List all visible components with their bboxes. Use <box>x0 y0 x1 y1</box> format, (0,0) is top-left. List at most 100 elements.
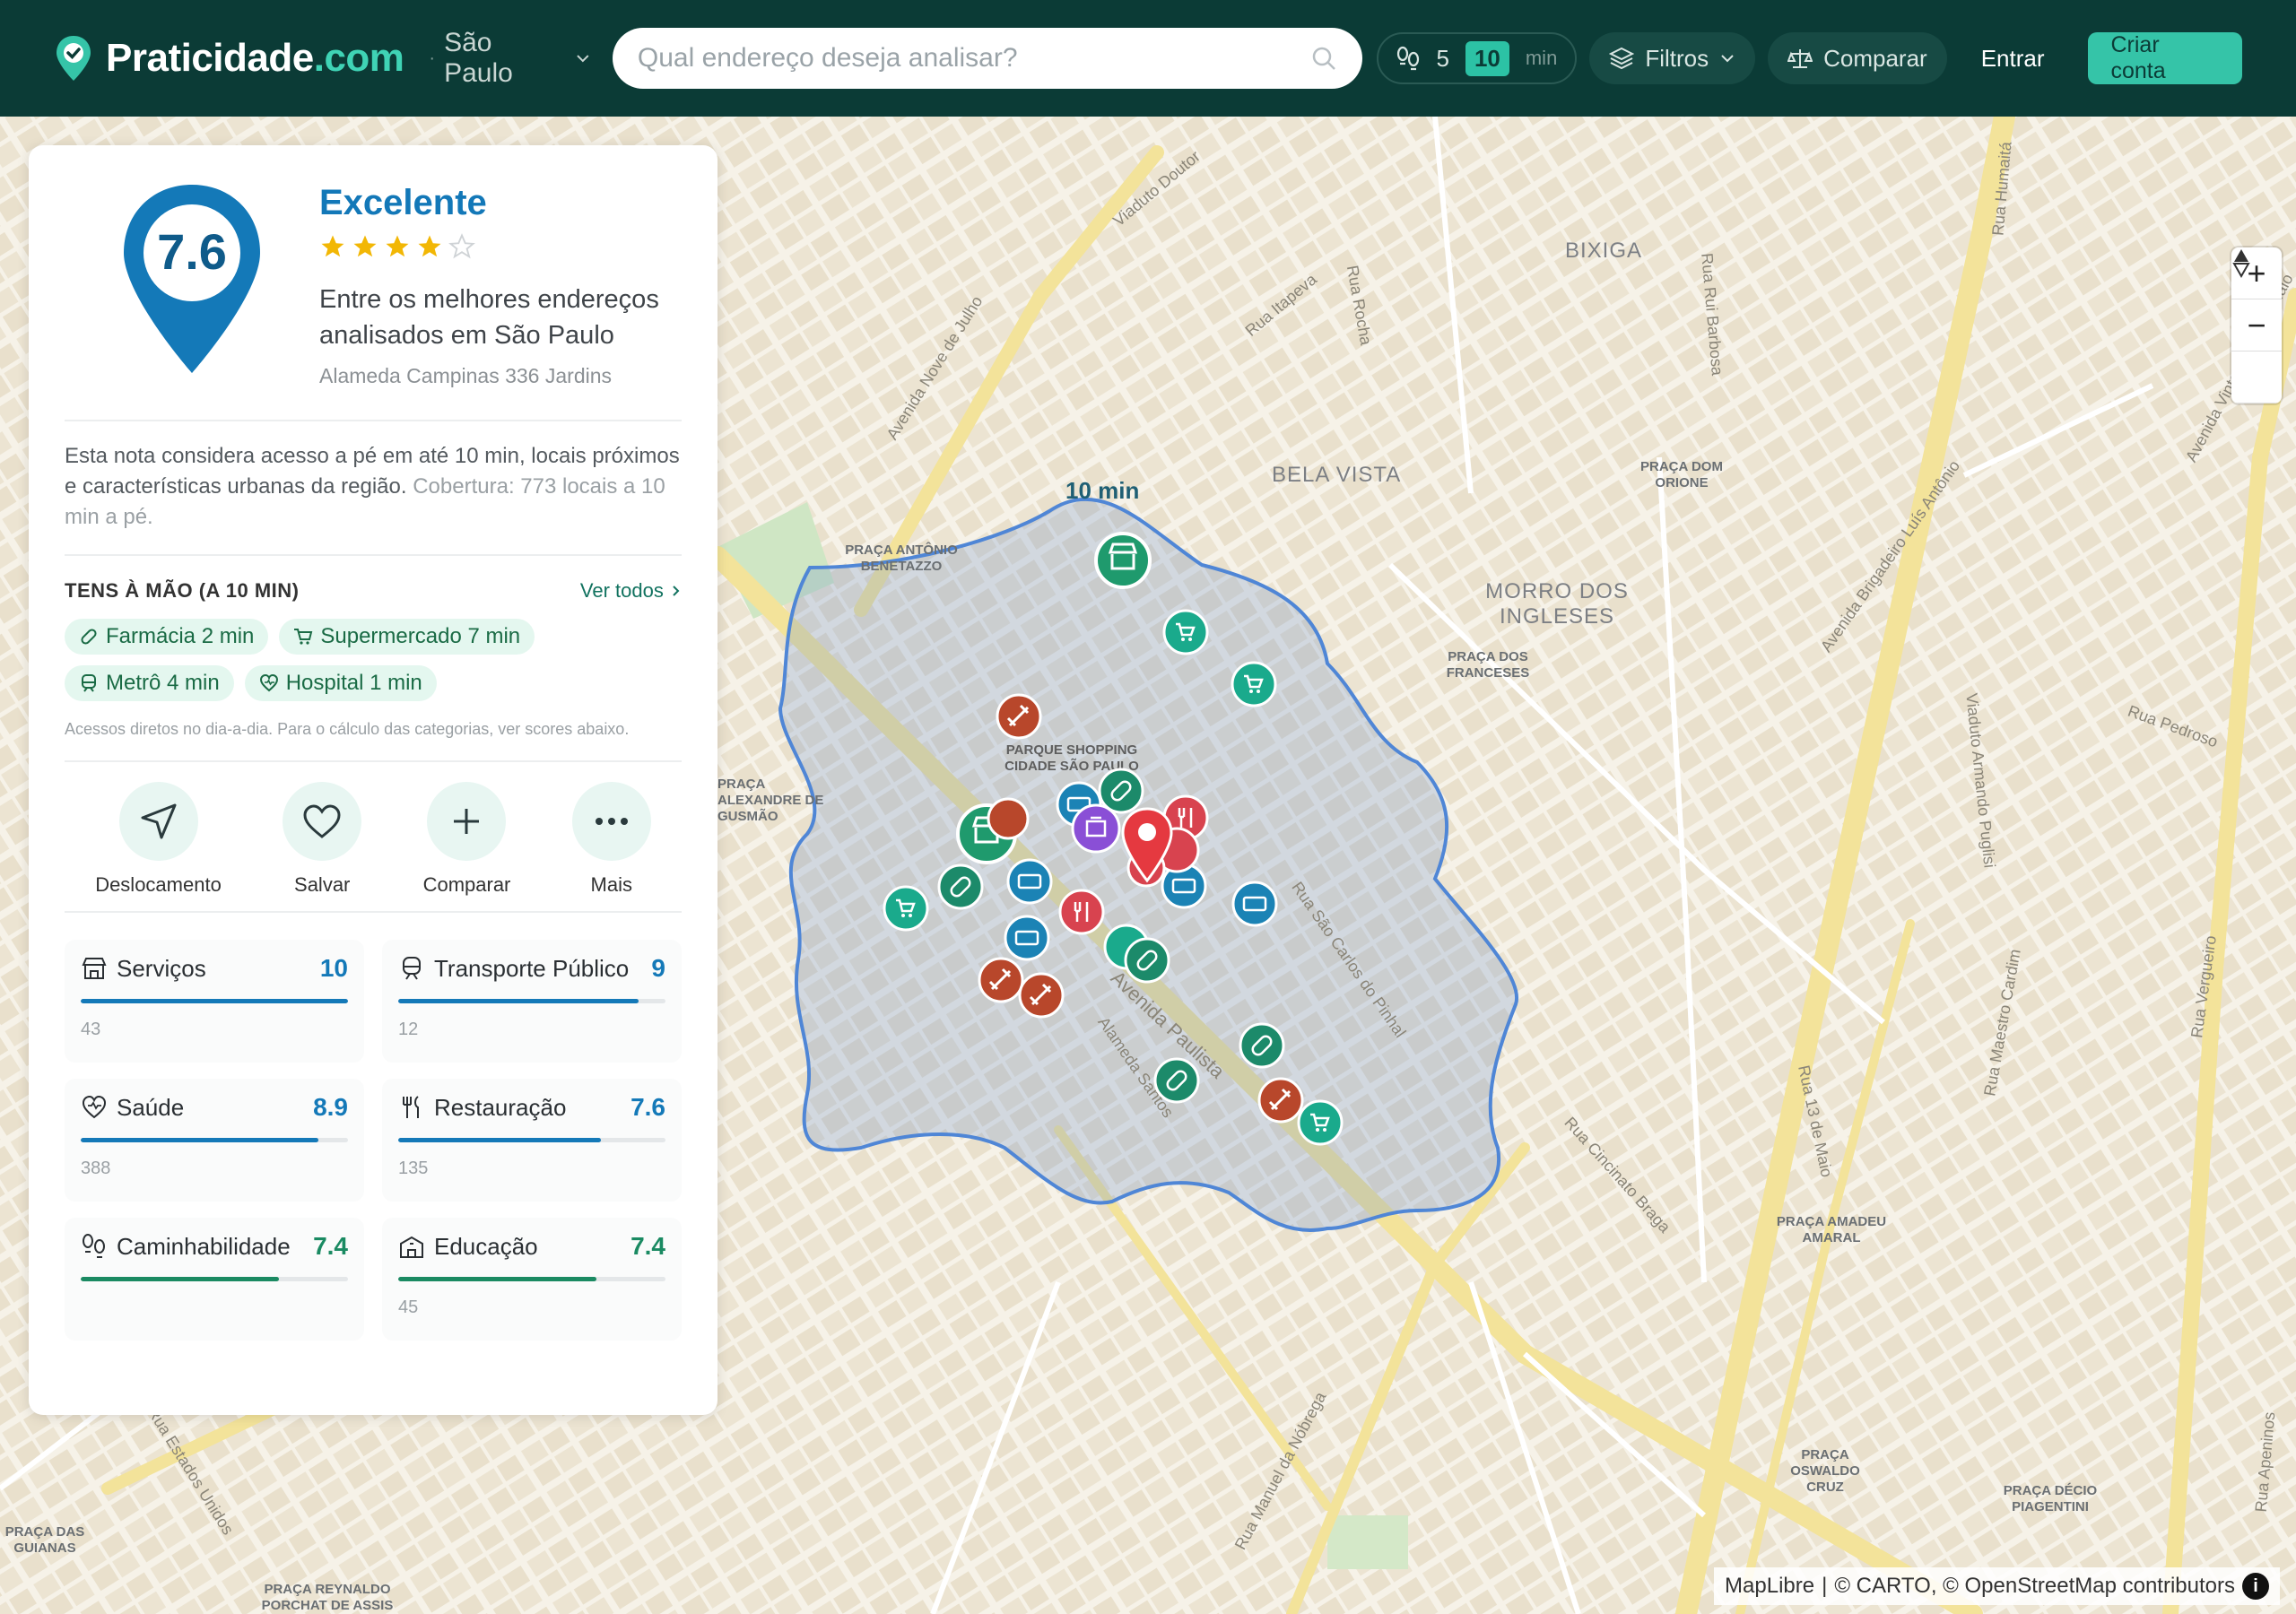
poi-marker-supermarket[interactable] <box>1297 1099 1344 1146</box>
brand-logo[interactable]: Praticidade.com <box>54 34 404 82</box>
city-selector[interactable]: · São Paulo <box>429 28 590 89</box>
time-option-5[interactable]: 5 <box>1436 45 1448 73</box>
star-empty-icon <box>448 233 475 259</box>
chip-pharmacy[interactable]: Farmácia 2 min <box>65 619 269 655</box>
poi-marker-pharmacy[interactable] <box>1124 937 1170 984</box>
store-icon <box>82 958 107 979</box>
compass-icon <box>2232 249 2250 278</box>
poi-marker-supermarket[interactable] <box>1162 609 1209 655</box>
poi-marker-supermarket[interactable] <box>1231 661 1277 707</box>
category-score: 7.4 <box>631 1232 665 1260</box>
poi-marker-pharmacy[interactable] <box>1239 1022 1285 1069</box>
walk-time-selector: 5 10 min <box>1377 32 1578 84</box>
chip-hospital[interactable]: Hospital 1 min <box>244 665 437 701</box>
score-bar-fill <box>81 1138 319 1142</box>
quick-access-header: TENS À MÃO (A 10 MIN) Ver todos <box>65 556 682 603</box>
poi-marker-gym[interactable] <box>987 797 1030 840</box>
category-card-education[interactable]: Educação 7.4 45 <box>382 1218 682 1341</box>
time-option-10[interactable]: 10 <box>1465 40 1509 76</box>
poi-marker-restaurant[interactable] <box>1058 889 1105 935</box>
poi-marker-atm[interactable] <box>1006 858 1053 905</box>
poi-marker-atm[interactable] <box>1004 915 1050 961</box>
category-score: 8.9 <box>313 1093 348 1121</box>
rating-stars <box>319 233 475 260</box>
login-link[interactable]: Entrar <box>1981 45 2045 73</box>
category-name: Saúde <box>117 1093 185 1121</box>
maplibre-link[interactable]: MapLibre <box>1725 1574 1814 1599</box>
category-card-health[interactable]: Saúde 8.9 388 <box>65 1079 364 1202</box>
metro-icon <box>82 674 96 692</box>
compare-label: Comparar <box>1823 44 1927 72</box>
category-card-restaurants[interactable]: Restauração 7.6 135 <box>382 1079 682 1202</box>
category-score: 7.4 <box>313 1232 348 1260</box>
quick-access-list: Farmácia 2 min Supermercado 7 min Metrô … <box>65 603 603 701</box>
category-score: 9 <box>651 954 665 982</box>
attribution-separator: | <box>1822 1574 1828 1598</box>
chip-supermarket[interactable]: Supermercado 7 min <box>279 619 535 655</box>
address-search[interactable] <box>612 28 1363 89</box>
view-all-label: Ver todos <box>579 579 664 602</box>
save-action[interactable]: Salvar <box>283 782 362 897</box>
score-note: Esta nota considera acesso a pé em até 1… <box>65 421 682 554</box>
cart-icon <box>294 629 313 645</box>
score-bar <box>81 1138 348 1142</box>
signup-button[interactable]: Criar conta <box>2087 32 2242 84</box>
city-separator: · <box>429 48 436 68</box>
brand-name: Praticidade.com <box>106 36 404 80</box>
score-bar <box>398 1138 665 1142</box>
filters-label: Filtros <box>1645 44 1709 72</box>
compare-action[interactable]: Comparar <box>423 782 510 897</box>
heart-icon <box>259 673 278 692</box>
zoom-out-button[interactable]: − <box>2231 299 2282 351</box>
chip-metro[interactable]: Metrô 4 min <box>65 665 234 701</box>
filters-button[interactable]: Filtros <box>1589 32 1756 84</box>
chip-label: Metrô 4 min <box>106 671 220 695</box>
score-value: 7.6 <box>157 223 227 280</box>
category-card-services[interactable]: Serviços 10 43 <box>65 940 364 1063</box>
map-attribution: MapLibre | © CARTO, © OpenStreetMap cont… <box>1714 1567 2280 1605</box>
compass-button[interactable] <box>2231 249 2282 404</box>
poi-marker-gym[interactable] <box>978 957 1024 1003</box>
time-unit: min <box>1525 47 1558 69</box>
school-icon <box>400 1236 423 1258</box>
poi-marker-pharmacy[interactable] <box>1153 1057 1200 1104</box>
compare-button[interactable]: Comparar <box>1768 32 1947 84</box>
attribution-text[interactable]: © CARTO, © OpenStreetMap contributors <box>1834 1574 2235 1599</box>
more-action[interactable]: Mais <box>571 782 651 897</box>
chip-label: Farmácia 2 min <box>106 624 255 648</box>
score-bar-fill <box>81 999 348 1003</box>
scale-icon <box>1787 49 1813 68</box>
category-name: Serviços <box>117 954 206 982</box>
info-icon[interactable]: i <box>2242 1573 2269 1600</box>
category-count: 388 <box>81 1158 111 1178</box>
poi-marker-supermarket[interactable] <box>883 885 929 932</box>
metro-icon <box>403 957 421 980</box>
address-text: Alameda Campinas 336 Jardins <box>319 364 613 387</box>
poi-marker-pharmacy[interactable] <box>1098 768 1144 814</box>
category-count: 12 <box>398 1020 419 1039</box>
score-bar-fill <box>398 1277 596 1281</box>
view-all-link[interactable]: Ver todos <box>580 579 682 603</box>
score-bar-fill <box>81 1277 279 1281</box>
layers-icon <box>1609 47 1635 70</box>
search-icon[interactable] <box>1310 45 1337 72</box>
category-count: 135 <box>398 1158 429 1178</box>
poi-marker-education[interactable] <box>1071 803 1121 854</box>
city-label: São Paulo <box>444 28 513 88</box>
poi-marker-gym[interactable] <box>1257 1077 1304 1124</box>
navigation-icon <box>141 803 176 839</box>
directions-action[interactable]: Deslocamento <box>95 782 222 897</box>
category-name: Transporte Público <box>434 954 630 982</box>
category-card-walkability[interactable]: Caminhabilidade 7.4 <box>65 1218 364 1341</box>
action-label: Salvar <box>294 873 351 896</box>
category-card-transport[interactable]: Transporte Público 9 12 <box>382 940 682 1063</box>
chip-label: Supermercado 7 min <box>320 624 521 648</box>
poi-marker-pharmacy[interactable] <box>937 863 984 910</box>
search-input[interactable] <box>637 43 1265 74</box>
poi-marker-gym[interactable] <box>996 693 1042 740</box>
poi-marker-store[interactable] <box>1094 532 1152 589</box>
star-icon <box>353 235 377 257</box>
score-pin-icon: 7.6 <box>124 185 260 373</box>
poi-marker-atm[interactable] <box>1231 881 1278 927</box>
poi-marker-gym[interactable] <box>1018 972 1065 1019</box>
